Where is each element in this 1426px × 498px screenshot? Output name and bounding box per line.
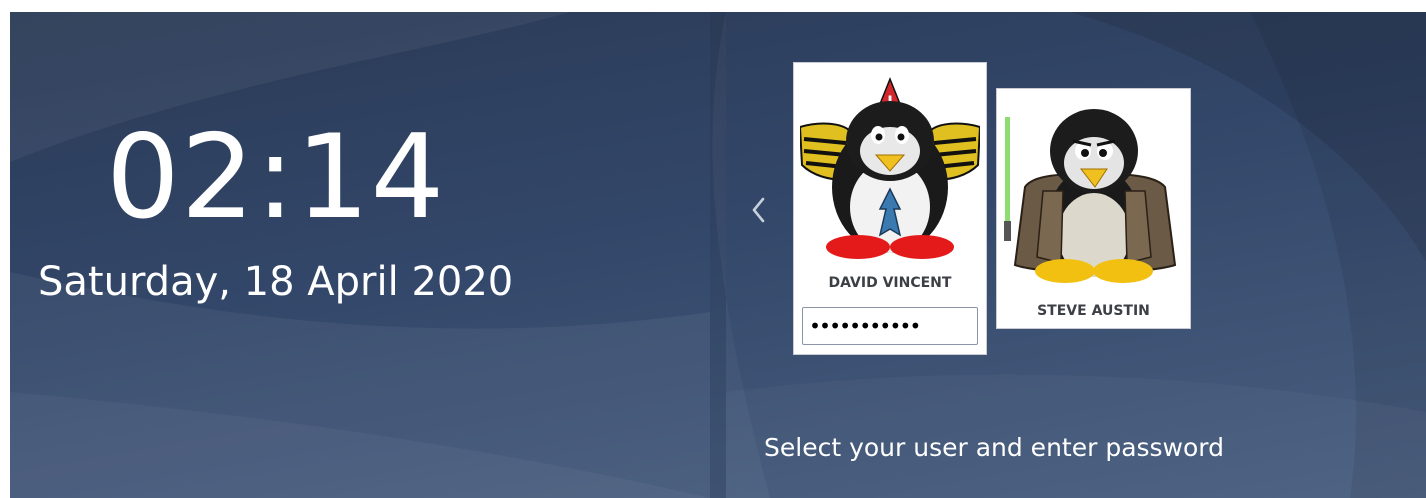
login-screen: 02:14 Saturday, 18 April 2020 ! (10, 12, 1426, 498)
password-input[interactable] (802, 307, 978, 345)
previous-user-button[interactable] (746, 192, 770, 228)
user-card-steve-austin[interactable]: STEVE AUSTIN (996, 88, 1191, 329)
chevron-left-icon (752, 197, 765, 223)
background-curves (10, 12, 1426, 498)
user-name: DAVID VINCENT (828, 275, 952, 291)
user-name: STEVE AUSTIN (1037, 303, 1150, 319)
penguin-robot-icon: ! (800, 76, 980, 259)
clock-time: 02:14 (106, 110, 446, 245)
login-hint: Select your user and enter password (764, 433, 1225, 462)
user-card-david-vincent[interactable]: ! DAVID VINCENT (793, 62, 987, 355)
clock-date: Saturday, 18 April 2020 (38, 259, 514, 305)
penguin-jedi-icon (1004, 109, 1177, 283)
